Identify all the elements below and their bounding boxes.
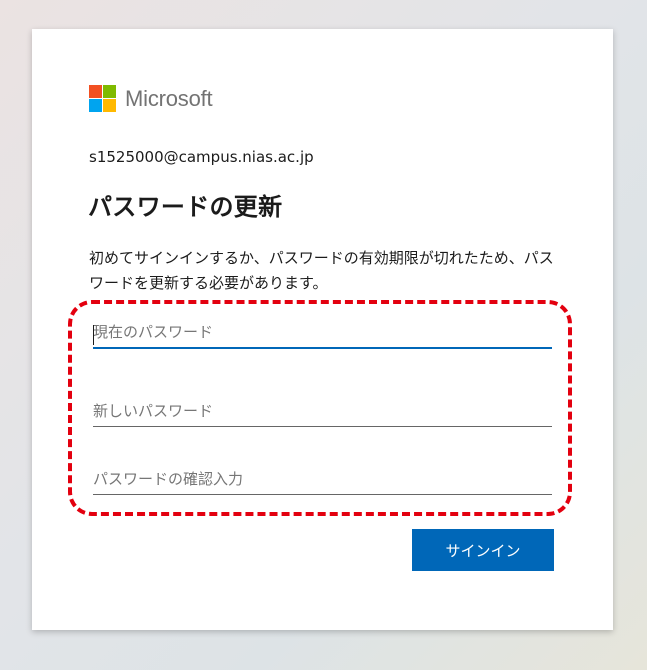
logo-square-red [89,85,102,98]
page-description: 初めてサインインするか、パスワードの有効期限が切れたため、パスワードを更新する必… [89,249,554,292]
account-email: s1525000@campus.nias.ac.jp [89,148,314,166]
logo-square-yellow [103,99,116,112]
new-password-field[interactable] [93,397,552,427]
current-password-field[interactable] [93,319,552,349]
page-title: パスワードの更新 [88,193,283,221]
signin-button[interactable]: サインイン [412,529,554,571]
text-cursor [93,325,94,345]
microsoft-logo-icon [89,85,116,112]
logo-square-blue [89,99,102,112]
confirm-password-field[interactable] [93,465,552,495]
logo-square-green [103,85,116,98]
microsoft-logo: Microsoft [89,85,213,112]
signin-card: Microsoft s1525000@campus.nias.ac.jp パスワ… [32,29,613,630]
brand-name: Microsoft [125,85,213,111]
